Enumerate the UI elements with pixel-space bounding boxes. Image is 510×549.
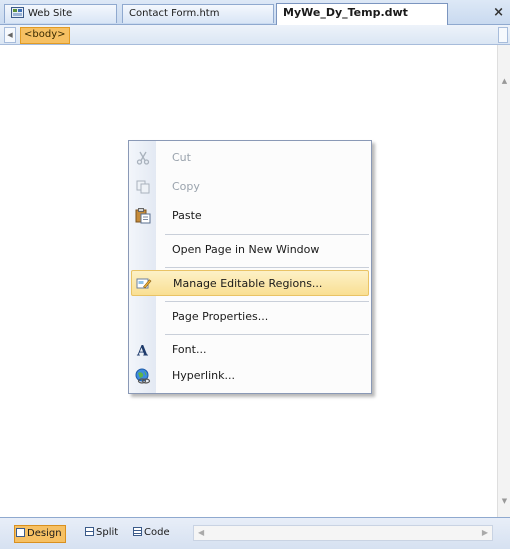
menu-item-copy[interactable]: Copy (131, 174, 369, 200)
menu-item-label: Manage Editable Regions... (173, 277, 323, 290)
tab-label: Web Site (28, 8, 73, 19)
view-label: Design (27, 528, 62, 539)
menu-item-manage-editable-regions[interactable]: Manage Editable Regions... (131, 270, 369, 296)
hyperlink-icon (135, 368, 151, 384)
tab-template-active[interactable]: MyWe_Dy_Temp.dwt (276, 3, 448, 25)
tag-scroll-left-button[interactable]: ◀ (4, 27, 16, 43)
menu-item-label: Font... (172, 343, 207, 356)
scroll-left-icon[interactable]: ◀ (198, 528, 204, 537)
menu-item-label: Open Page in New Window (172, 243, 320, 256)
menu-item-page-properties[interactable]: Page Properties... (131, 304, 369, 330)
close-document-icon[interactable]: × (493, 5, 504, 20)
tag-scroll-right-button[interactable] (498, 27, 508, 43)
menu-item-cut[interactable]: Cut (131, 145, 369, 171)
menu-separator (165, 234, 369, 235)
paste-icon (135, 208, 151, 224)
view-label: Code (144, 527, 170, 538)
vertical-scrollbar[interactable]: ▲ ▼ (497, 45, 510, 517)
editable-regions-icon (136, 276, 152, 292)
menu-item-hyperlink[interactable]: Hyperlink... (131, 363, 369, 389)
tab-web-site[interactable]: Web Site (4, 4, 117, 23)
copy-icon (135, 179, 151, 195)
split-view-button[interactable]: Split (84, 525, 121, 541)
tab-label: Contact Form.htm (129, 8, 220, 19)
design-view-icon (16, 528, 25, 537)
menu-item-font[interactable]: A Font... (131, 337, 369, 363)
context-menu: Cut Copy Paste Open Page in New Window M… (128, 140, 372, 394)
document-tab-bar: Web Site Contact Form.htm MyWe_Dy_Temp.d… (0, 0, 510, 25)
menu-item-label: Copy (172, 180, 200, 193)
tag-body-button[interactable]: <body> (20, 27, 70, 44)
menu-item-label: Hyperlink... (172, 369, 235, 382)
menu-separator (165, 301, 369, 302)
menu-item-paste[interactable]: Paste (131, 203, 369, 229)
code-view-icon (133, 527, 142, 536)
menu-separator (165, 334, 369, 335)
svg-text:A: A (136, 344, 149, 358)
code-view-button[interactable]: Code (132, 525, 173, 541)
tab-label: MyWe_Dy_Temp.dwt (283, 6, 408, 19)
horizontal-scrollbar[interactable]: ◀ ▶ (193, 525, 493, 541)
menu-item-open-new-window[interactable]: Open Page in New Window (131, 237, 369, 263)
scroll-up-icon[interactable]: ▲ (500, 77, 509, 89)
scissors-icon (135, 150, 151, 166)
tab-contact-form[interactable]: Contact Form.htm (122, 4, 274, 23)
view-switcher-bar: Design Split Code ◀ ▶ (0, 517, 510, 549)
menu-item-label: Page Properties... (172, 310, 269, 323)
menu-separator (165, 267, 369, 268)
split-view-icon (85, 527, 94, 536)
design-view-button[interactable]: Design (14, 525, 66, 543)
view-label: Split (96, 527, 119, 538)
scroll-right-icon[interactable]: ▶ (482, 528, 488, 537)
quick-tag-selector: ◀ <body> (0, 25, 510, 45)
website-icon (11, 7, 24, 18)
scroll-down-icon[interactable]: ▼ (500, 497, 509, 509)
font-icon: A (135, 342, 151, 358)
menu-item-label: Cut (172, 151, 191, 164)
menu-item-label: Paste (172, 209, 202, 222)
